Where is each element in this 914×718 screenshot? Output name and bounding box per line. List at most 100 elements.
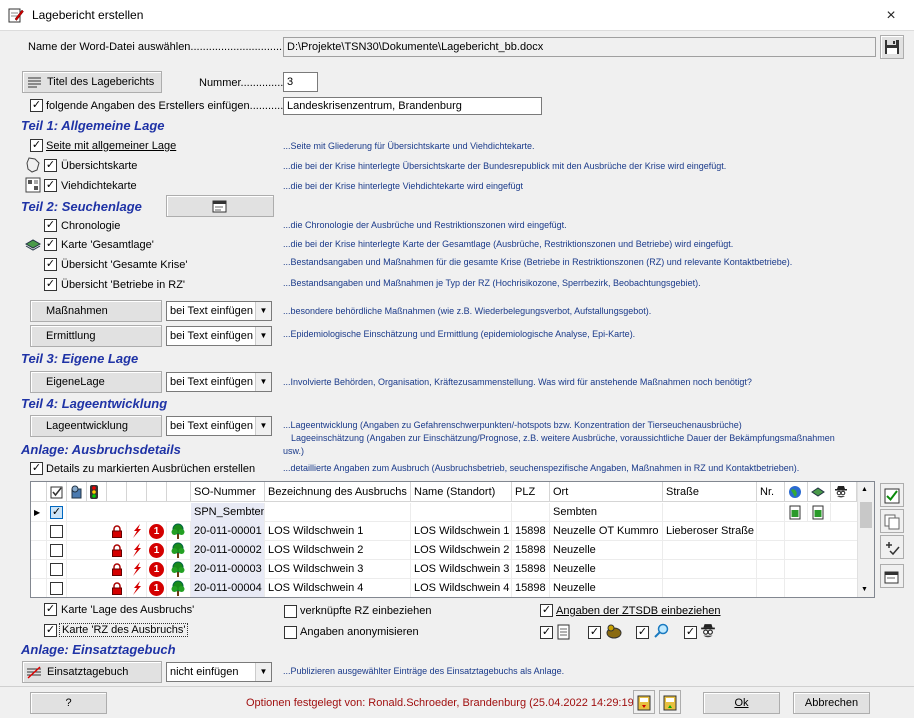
table-scrollbar[interactable]: ▲ ▼ (857, 482, 874, 597)
details-checkbox[interactable]: ✓ (30, 462, 43, 475)
teil2-chrono-label: Chronologie (61, 220, 121, 232)
titel-button[interactable]: Titel des Lageberichts (22, 71, 162, 93)
table-row[interactable]: 1 20-011-00004 LOS Wildschwein 4 LOS Wildsc… (31, 579, 857, 597)
ok-button[interactable]: Ok (703, 692, 780, 714)
word-file-field[interactable]: D:\Projekte\TSN30\Dokumente\Lagebericht_… (283, 37, 876, 57)
karte-lage-label: Karte 'Lage des Ausbruchs' (61, 604, 195, 616)
header-name[interactable]: Name (Standort) (411, 482, 512, 502)
ztsdb-checkbox[interactable]: ✓ (540, 604, 553, 617)
header-badge-col (147, 482, 167, 502)
massnahmen-button-label: Maßnahmen (46, 305, 108, 317)
massnahmen-desc: ...besondere behördliche Maßnahmen (wie … (283, 306, 652, 316)
cell-so: 20-011-00004 (191, 579, 265, 597)
cell-bez: LOS Wildschwein 2 (265, 541, 411, 560)
nummer-label: Nummer................ (199, 77, 290, 89)
cell-plz: 15898 (512, 579, 550, 597)
table-row[interactable]: 1 20-011-00003 LOS Wildschwein 3 LOS Wildsc… (31, 560, 857, 579)
eigenelage-select[interactable]: bei Text einfügen ▼ (166, 372, 272, 392)
load-options-button[interactable] (659, 690, 681, 714)
crossed-lines-icon (27, 666, 41, 679)
green-doc-icon[interactable] (785, 503, 808, 522)
karte-rz-checkbox[interactable]: ✓ (44, 624, 57, 637)
ztsdb-doc-checkbox[interactable]: ✓ (540, 626, 553, 639)
row-checkbox[interactable] (50, 543, 63, 557)
table-row[interactable]: 1 20-011-00001 LOS Wildschwein 1 LOS Wildsc… (31, 522, 857, 541)
teil2-gesamt-checkbox[interactable]: ✓ (44, 258, 57, 271)
ztsdb-search-checkbox[interactable]: ✓ (636, 626, 649, 639)
ztsdb-spy-checkbox[interactable]: ✓ (684, 626, 697, 639)
lageentwicklung-button[interactable]: Lageentwicklung (30, 415, 162, 437)
teil2-settings-button[interactable] (166, 195, 274, 217)
cancel-button[interactable]: Abbrechen (793, 692, 870, 714)
lageentwicklung-select[interactable]: bei Text einfügen ▼ (166, 416, 272, 436)
row-checkbox[interactable] (50, 524, 63, 538)
cell-name: LOS Wildschwein 1 (411, 522, 512, 541)
close-icon[interactable]: × (868, 0, 914, 31)
cell-name: LOS Wildschwein 2 (411, 541, 512, 560)
einsatztagebuch-select[interactable]: nicht einfügen ▼ (166, 662, 272, 682)
header-check-icon (47, 482, 67, 502)
karte-rz-label: Karte 'RZ des Ausbruchs' (59, 623, 189, 637)
teil2-rz-checkbox[interactable]: ✓ (44, 278, 57, 291)
select-all-button[interactable] (880, 483, 904, 507)
row-checkbox[interactable] (50, 581, 63, 595)
nummer-field[interactable]: 3 (283, 72, 318, 92)
teil2-karte-desc: ...die bei der Krise hinterlegte Karte d… (283, 239, 734, 249)
lock-icon (107, 560, 127, 579)
chevron-down-icon: ▼ (255, 327, 271, 345)
teil1-uebersicht-checkbox[interactable]: ✓ (44, 159, 57, 172)
cell-ort: Neuzelle (550, 560, 663, 579)
header-flash-col (127, 482, 147, 502)
header-tree-col (167, 482, 191, 502)
cell-bez: LOS Wildschwein 1 (265, 522, 411, 541)
verknuepfte-rz-checkbox[interactable] (284, 605, 297, 618)
invert-selection-button[interactable] (880, 535, 904, 559)
save-options-button[interactable] (633, 690, 655, 714)
eigenelage-desc: ...Involvierte Behörden, Organisation, K… (283, 377, 752, 387)
row-checkbox[interactable] (50, 562, 63, 576)
header-ort[interactable]: Ort (550, 482, 663, 502)
teil2-gesamt-label: Übersicht 'Gesamte Krise' (61, 259, 188, 271)
help-button[interactable]: ? (30, 692, 107, 714)
header-bezeichnung[interactable]: Bezeichnung des Ausbruchs (265, 482, 411, 502)
teil2-karte-checkbox[interactable]: ✓ (44, 238, 57, 251)
layers-map-icon (25, 239, 41, 251)
scroll-down-icon[interactable]: ▼ (861, 586, 868, 593)
table-row[interactable]: 1 20-011-00002 LOS Wildschwein 2 LOS Wildsc… (31, 541, 857, 560)
karte-lage-checkbox[interactable]: ✓ (44, 603, 57, 616)
massnahmen-button[interactable]: Maßnahmen (30, 300, 162, 322)
ermittlung-select[interactable]: bei Text einfügen ▼ (166, 326, 272, 346)
einsatztagebuch-button-label: Einsatztagebuch (47, 666, 129, 678)
eigenelage-button[interactable]: EigeneLage (30, 371, 162, 393)
header-nr[interactable]: Nr. (757, 482, 785, 502)
ztsdb-animal-checkbox[interactable]: ✓ (588, 626, 601, 639)
header-so-nummer[interactable]: SO-Nummer (191, 482, 265, 502)
deselect-all-button[interactable] (880, 509, 904, 533)
teil1-vieh-checkbox[interactable]: ✓ (44, 179, 57, 192)
anonymisieren-checkbox[interactable] (284, 626, 297, 639)
einsatztagebuch-button[interactable]: Einsatztagebuch (22, 661, 162, 683)
ersteller-checkbox[interactable]: ✓ (30, 99, 43, 112)
header-strasse[interactable]: Straße (663, 482, 757, 502)
window-title: Lagebericht erstellen (32, 8, 144, 22)
header-plz[interactable]: PLZ (512, 482, 550, 502)
ausbruch-table[interactable]: SO-Nummer Bezeichnung des Ausbruchs Name… (30, 481, 875, 598)
table-row[interactable]: ▶✓ SPN_Sembten_WS Sembten (31, 503, 857, 522)
table-settings-button[interactable] (880, 564, 904, 588)
ersteller-field[interactable]: Landeskrisenzentrum, Brandenburg (283, 97, 542, 115)
row-indicator (31, 541, 47, 560)
outbreak-count-badge: 1 (147, 541, 167, 560)
scroll-thumb[interactable] (860, 502, 872, 528)
cell-strasse: Lieberoser Straße (663, 522, 757, 541)
scroll-up-icon[interactable]: ▲ (861, 486, 868, 493)
save-file-button[interactable] (880, 35, 904, 59)
green-doc-icon[interactable] (808, 503, 831, 522)
teil1-seite-checkbox[interactable]: ✓ (30, 139, 43, 152)
massnahmen-select[interactable]: bei Text einfügen ▼ (166, 301, 272, 321)
cell-ort: Sembten (550, 503, 663, 522)
cell-nr (757, 503, 785, 522)
ermittlung-button[interactable]: Ermittlung (30, 325, 162, 347)
teil2-chrono-checkbox[interactable]: ✓ (44, 219, 57, 232)
row-checkbox[interactable]: ✓ (50, 505, 63, 519)
teil1-heading: Teil 1: Allgemeine Lage (21, 118, 165, 133)
